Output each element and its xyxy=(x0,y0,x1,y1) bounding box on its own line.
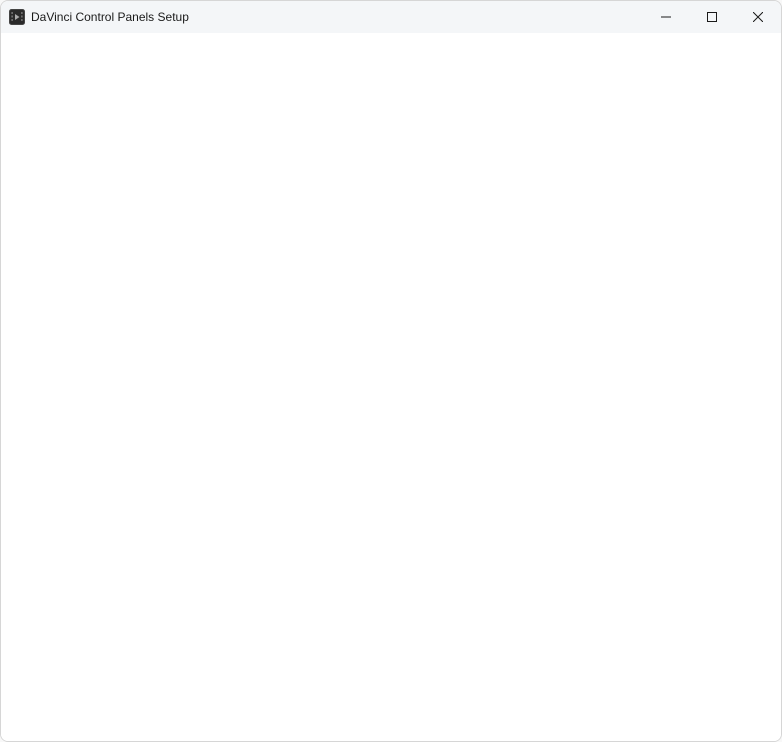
app-window: DaVinci Control Panels Setup xyxy=(0,0,782,742)
minimize-icon xyxy=(661,10,671,25)
window-title: DaVinci Control Panels Setup xyxy=(31,10,189,24)
maximize-icon xyxy=(707,10,717,25)
close-button[interactable] xyxy=(735,1,781,33)
title-bar-left: DaVinci Control Panels Setup xyxy=(9,9,643,25)
app-icon xyxy=(9,9,25,25)
minimize-button[interactable] xyxy=(643,1,689,33)
window-controls xyxy=(643,1,781,33)
title-bar[interactable]: DaVinci Control Panels Setup xyxy=(1,1,781,33)
maximize-button[interactable] xyxy=(689,1,735,33)
client-area xyxy=(1,33,781,741)
close-icon xyxy=(753,10,763,25)
